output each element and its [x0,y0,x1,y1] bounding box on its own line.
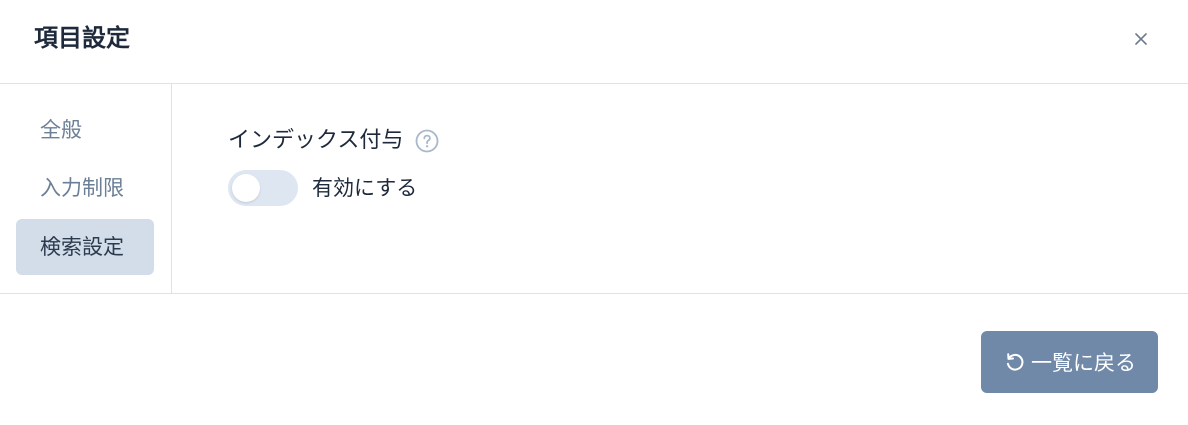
settings-sidebar: 全般 入力制限 検索設定 [0,84,172,293]
question-circle-icon[interactable] [415,129,439,153]
dialog-body: 全般 入力制限 検索設定 インデックス付与 有効にする [0,84,1188,294]
close-button[interactable] [1128,26,1154,52]
dialog-header: 項目設定 [0,0,1188,84]
close-icon [1135,33,1147,45]
dialog-title: 項目設定 [34,24,130,52]
enable-toggle-row: 有効にする [228,170,417,206]
item-settings-dialog: 項目設定 全般 入力制限 検索設定 インデックス付与 有効にする 一覧に戻る [0,0,1188,425]
back-button-label: 一覧に戻る [1031,351,1136,375]
index-field-label: インデックス付与 [228,128,404,153]
enable-index-toggle[interactable] [228,170,298,206]
back-to-list-button[interactable]: 一覧に戻る [981,331,1158,393]
enable-toggle-label: 有効にする [312,176,418,200]
undo-icon [1003,350,1027,374]
sidebar-item-general[interactable]: 全般 [16,102,154,158]
toggle-knob [232,174,260,202]
dialog-footer: 一覧に戻る [0,294,1188,425]
sidebar-item-search-settings[interactable]: 検索設定 [16,219,154,275]
sidebar-item-input-restriction[interactable]: 入力制限 [16,160,154,216]
index-field-row: インデックス付与 [228,126,439,156]
